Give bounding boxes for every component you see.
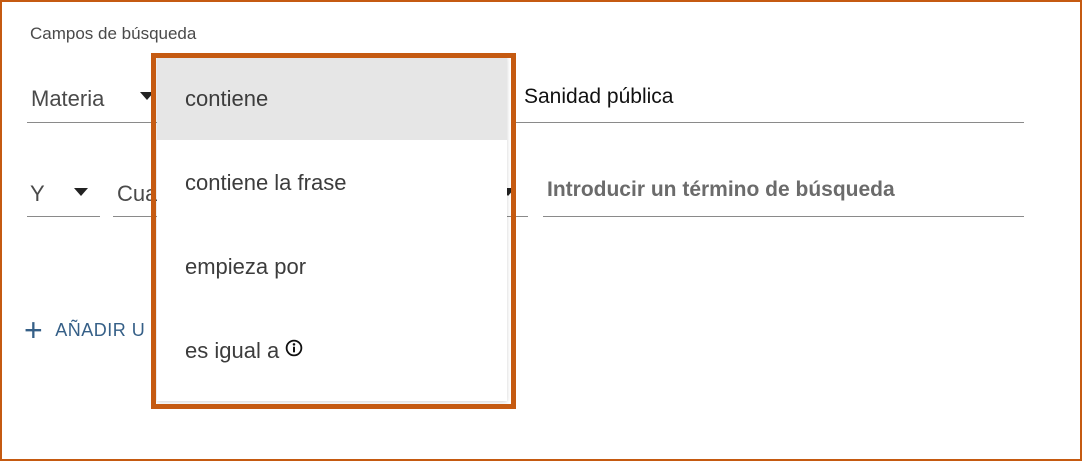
term-value: Sanidad pública [524, 85, 674, 108]
dropdown-option-contiene[interactable]: contiene [157, 56, 507, 140]
field-select-value: Cua [117, 181, 158, 206]
term-input-row1[interactable]: Sanidad pública [514, 70, 1024, 123]
operator-dropdown-menu: contiene contiene la frase empieza por e… [157, 56, 507, 401]
plus-icon: + [24, 312, 44, 348]
field-select-value: Materia [31, 86, 105, 111]
search-fields-label: Campos de búsqueda [30, 24, 197, 43]
search-term-field[interactable] [543, 163, 1024, 217]
add-row-button[interactable]: + AÑADIR U [24, 314, 145, 346]
option-label: contiene [185, 86, 269, 111]
dropdown-option-es-igual-a[interactable]: es igual a [157, 308, 507, 392]
field-select-row1[interactable]: Materia [27, 70, 157, 123]
boolean-operator-select[interactable]: Y [27, 163, 100, 217]
option-label: es igual a [185, 338, 280, 363]
chevron-down-icon [140, 92, 154, 100]
search-input[interactable] [545, 177, 1019, 203]
chevron-down-icon [74, 188, 88, 196]
info-icon[interactable] [285, 339, 303, 357]
dropdown-option-contiene-la-frase[interactable]: contiene la frase [157, 140, 507, 224]
add-row-label: AÑADIR U [55, 319, 146, 340]
option-label: empieza por [185, 254, 307, 279]
option-label: contiene la frase [185, 170, 347, 195]
option-label-wrap: es igual a [185, 338, 303, 364]
boolean-operator-value: Y [30, 181, 45, 206]
dropdown-option-empieza-por[interactable]: empieza por [157, 224, 507, 308]
